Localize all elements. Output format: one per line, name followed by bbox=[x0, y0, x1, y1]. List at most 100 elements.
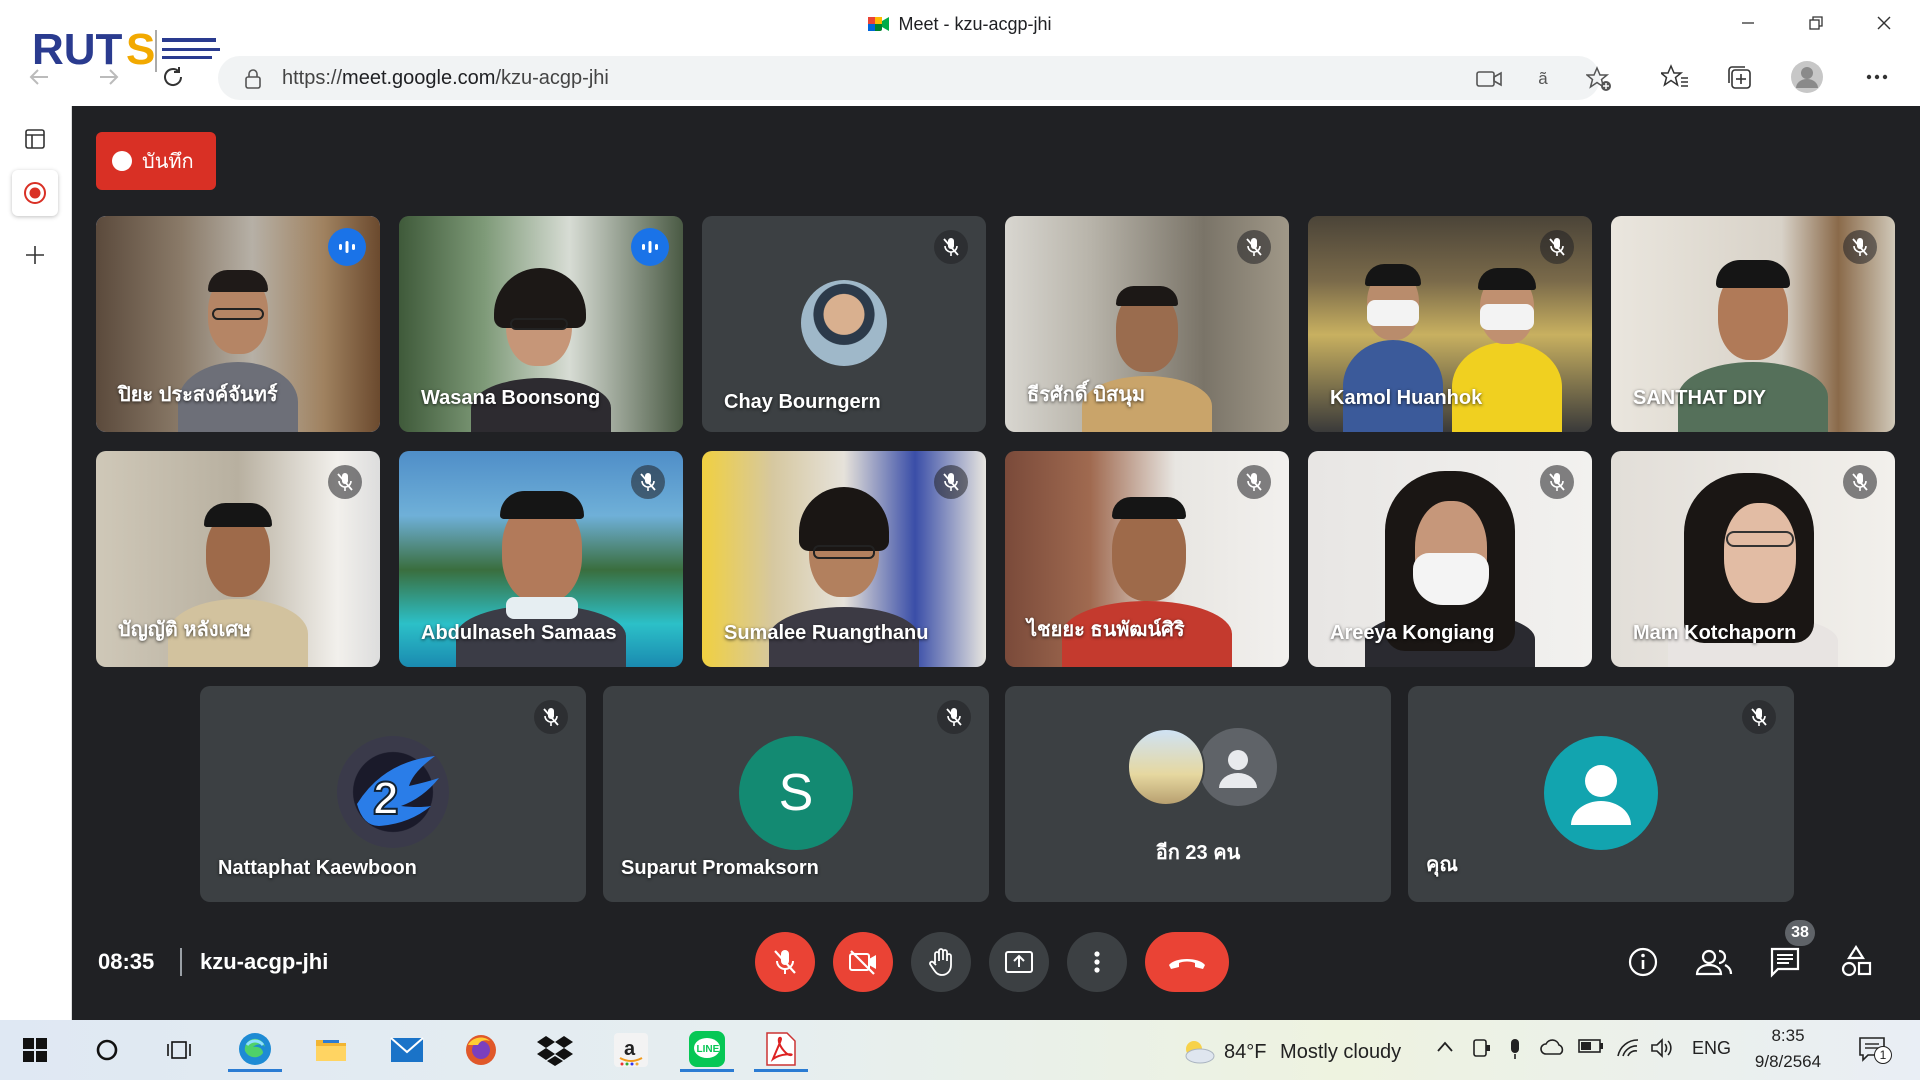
participant-tile[interactable]: Kamol Huanhok bbox=[1308, 216, 1592, 432]
cortana-circle-icon bbox=[96, 1039, 118, 1061]
participant-avatar bbox=[801, 280, 887, 366]
participant-name: บัญญัติ หลังเศษ bbox=[118, 619, 252, 641]
taskbar-mail[interactable] bbox=[380, 1028, 434, 1072]
minimize-button[interactable] bbox=[1728, 8, 1768, 38]
muted-mic-icon bbox=[1843, 230, 1877, 264]
read-aloud-icon[interactable]: ã bbox=[1530, 66, 1556, 92]
info-icon bbox=[1628, 947, 1658, 977]
search-button[interactable] bbox=[80, 1028, 134, 1072]
participant-tile[interactable]: Chay Bourngern bbox=[702, 216, 986, 432]
camera-toggle-button[interactable] bbox=[833, 932, 893, 992]
camera-permission-icon[interactable] bbox=[1476, 66, 1502, 92]
taskbar-acrobat[interactable] bbox=[754, 1028, 808, 1072]
participant-tile[interactable]: Abdulnaseh Samaas bbox=[399, 451, 683, 667]
wifi-tray-icon[interactable] bbox=[1616, 1038, 1640, 1063]
dropbox-icon bbox=[537, 1036, 573, 1066]
edge-browser-icon bbox=[239, 1032, 271, 1065]
collections-button[interactable] bbox=[1720, 58, 1758, 96]
battery-icon bbox=[1578, 1039, 1603, 1053]
settings-more-button[interactable] bbox=[1858, 58, 1896, 96]
participant-tile[interactable]: Wasana Boonsong bbox=[399, 216, 683, 432]
camera-tray-icon bbox=[1473, 1039, 1490, 1057]
mail-icon bbox=[390, 1037, 424, 1062]
participant-tile[interactable]: ปิยะ ประสงค์จันทร์ bbox=[96, 216, 380, 432]
restore-icon bbox=[1809, 16, 1823, 30]
participant-tile[interactable]: S Suparut Promaksorn bbox=[603, 686, 989, 902]
weather-widget[interactable]: 84°F Mostly cloudy bbox=[1180, 1038, 1401, 1064]
refresh-button[interactable] bbox=[154, 58, 192, 96]
url-text[interactable]: https://meet.google.com/kzu-acgp-jhi bbox=[282, 67, 609, 90]
back-arrow-icon bbox=[29, 69, 48, 85]
record-dot-icon bbox=[24, 182, 46, 204]
taskbar-clock-date[interactable]: 9/8/2564 bbox=[1742, 1052, 1834, 1072]
muted-mic-icon bbox=[1237, 465, 1271, 499]
onedrive-tray-icon[interactable] bbox=[1540, 1038, 1566, 1061]
others-tile[interactable]: อีก 23 คน bbox=[1005, 686, 1391, 902]
participant-name: Suparut Promaksorn bbox=[621, 857, 819, 879]
svg-text:2: 2 bbox=[373, 772, 399, 824]
hang-up-icon bbox=[1169, 959, 1205, 969]
favorites-button[interactable] bbox=[1656, 58, 1694, 96]
participant-name: SANTHAT DIY bbox=[1633, 387, 1766, 409]
camera-off-icon bbox=[849, 950, 876, 975]
participant-tile[interactable]: 2 Nattaphat Kaewboon bbox=[200, 686, 586, 902]
lock-icon[interactable] bbox=[240, 66, 266, 92]
taskbar-firefox[interactable] bbox=[454, 1028, 508, 1072]
chevron-up-icon bbox=[1437, 1041, 1453, 1052]
input-language-indicator[interactable]: ENG bbox=[1692, 1038, 1731, 1059]
recording-tab-button[interactable] bbox=[12, 170, 58, 216]
participant-tile[interactable]: Sumalee Ruangthanu bbox=[702, 451, 986, 667]
taskbar-file-explorer[interactable] bbox=[304, 1028, 358, 1072]
back-button[interactable] bbox=[20, 58, 58, 96]
taskbar-line[interactable]: LINE bbox=[680, 1028, 734, 1072]
chat-button[interactable] bbox=[1761, 938, 1809, 986]
show-everyone-button[interactable] bbox=[1690, 938, 1738, 986]
participant-tile[interactable]: Mam Kotchaporn bbox=[1611, 451, 1895, 667]
participant-name: ปิยะ ประสงค์จันทร์ bbox=[118, 384, 278, 406]
participant-tile[interactable]: ธีรศักดิ์ บิสนุม bbox=[1005, 216, 1289, 432]
self-tile[interactable]: คุณ bbox=[1408, 686, 1794, 902]
battery-tray-icon[interactable] bbox=[1578, 1038, 1604, 1059]
taskbar-clock-time[interactable]: 8:35 bbox=[1756, 1026, 1820, 1046]
show-hidden-icons-button[interactable] bbox=[1436, 1038, 1454, 1059]
add-favorite-icon[interactable] bbox=[1586, 66, 1612, 92]
participant-tile[interactable]: บัญญัติ หลังเศษ bbox=[96, 451, 380, 667]
others-avatar bbox=[1199, 728, 1277, 806]
vertical-tabs-button[interactable] bbox=[12, 116, 58, 162]
meet-now-tray-icon[interactable] bbox=[1472, 1038, 1492, 1063]
meeting-details-button[interactable] bbox=[1619, 938, 1667, 986]
recording-button[interactable]: บันทึก bbox=[96, 132, 216, 190]
mic-toggle-button[interactable] bbox=[755, 932, 815, 992]
close-button[interactable] bbox=[1864, 8, 1904, 38]
profile-button[interactable] bbox=[1788, 58, 1826, 96]
leave-call-button[interactable] bbox=[1145, 932, 1229, 992]
raise-hand-button[interactable] bbox=[911, 932, 971, 992]
present-screen-button[interactable] bbox=[989, 932, 1049, 992]
taskbar-edge[interactable] bbox=[228, 1028, 282, 1072]
new-tab-button[interactable] bbox=[12, 232, 58, 278]
close-icon bbox=[1877, 16, 1891, 30]
window-title: Meet - kzu-acgp-jhi bbox=[0, 14, 1920, 35]
forward-button[interactable] bbox=[90, 58, 128, 96]
person-icon bbox=[1219, 750, 1257, 788]
browser-title-bar: Meet - kzu-acgp-jhi bbox=[0, 0, 1920, 50]
participant-tile[interactable]: Areeya Kongiang bbox=[1308, 451, 1592, 667]
taskbar-dropbox[interactable] bbox=[528, 1028, 582, 1072]
notification-center-button[interactable]: 1 bbox=[1858, 1036, 1892, 1069]
volume-tray-icon[interactable] bbox=[1650, 1038, 1674, 1063]
activities-button[interactable] bbox=[1832, 938, 1880, 986]
participant-tile[interactable]: ไชยยะ ธนพัฒน์ศิริ bbox=[1005, 451, 1289, 667]
url-host: meet.google.com bbox=[342, 67, 496, 89]
meeting-clock: 08:35 bbox=[98, 949, 155, 974]
more-options-button[interactable] bbox=[1067, 932, 1127, 992]
taskbar-amazon[interactable]: a bbox=[604, 1028, 658, 1072]
cloud-icon bbox=[1540, 1039, 1564, 1055]
task-view-button[interactable] bbox=[152, 1028, 206, 1072]
restore-button[interactable] bbox=[1796, 8, 1836, 38]
participant-tile[interactable]: SANTHAT DIY bbox=[1611, 216, 1895, 432]
recording-dot-icon bbox=[112, 151, 132, 171]
microphone-tray-icon[interactable] bbox=[1508, 1038, 1522, 1065]
address-bar[interactable]: https://meet.google.com/kzu-acgp-jhi ã bbox=[218, 56, 1611, 100]
weather-temperature: 84°F bbox=[1224, 1041, 1267, 1063]
start-button[interactable] bbox=[8, 1028, 62, 1072]
